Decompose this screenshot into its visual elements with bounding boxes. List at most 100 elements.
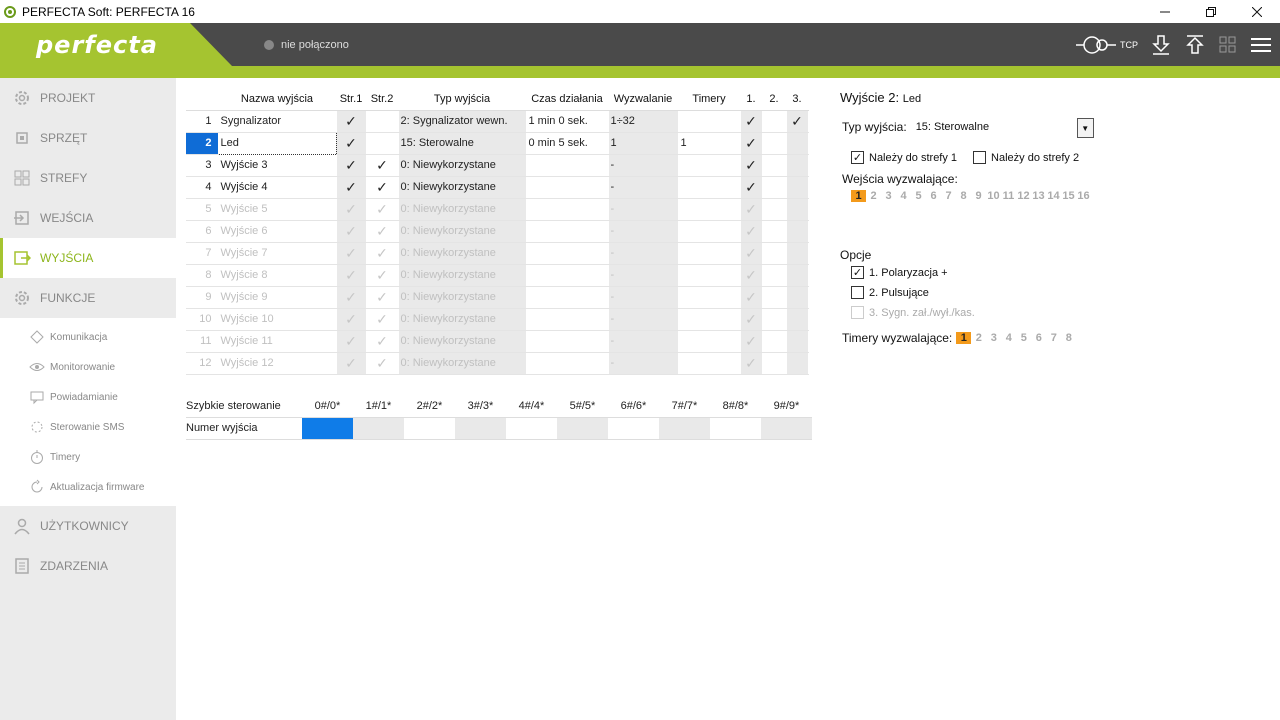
trigger-input-1[interactable]: 1 <box>851 190 866 202</box>
option3-cell[interactable] <box>786 308 809 331</box>
trigger-input-2[interactable]: 2 <box>866 190 881 202</box>
timers-cell[interactable] <box>678 154 741 177</box>
trigger-cell[interactable]: - <box>608 308 679 331</box>
zone2-cell[interactable]: ✓ <box>366 176 399 199</box>
minimize-button[interactable] <box>1142 0 1188 23</box>
duration-cell[interactable] <box>526 198 609 221</box>
table-row[interactable]: 3 Wyjście 3 ✓ ✓ 0: Niewykorzystane - ✓ <box>186 154 809 177</box>
trigger-timer-1[interactable]: 1 <box>956 332 972 344</box>
trigger-input-4[interactable]: 4 <box>896 190 911 202</box>
timers-cell[interactable] <box>678 220 741 243</box>
output-type-cell[interactable]: 0: Niewykorzystane <box>398 220 527 243</box>
output-name-cell[interactable]: Sygnalizator <box>218 110 337 133</box>
zone2-cell[interactable]: ✓ <box>366 330 399 353</box>
option3-cell[interactable] <box>786 330 809 353</box>
option2-cell[interactable] <box>762 198 787 221</box>
menu-button[interactable] <box>1250 35 1272 55</box>
sidebar-item-funkcje[interactable]: FUNKCJE <box>0 278 176 318</box>
table-row[interactable]: 11 Wyjście 11 ✓ ✓ 0: Niewykorzystane - ✓ <box>186 330 809 353</box>
duration-cell[interactable] <box>526 176 609 199</box>
zone2-cell[interactable] <box>366 110 399 133</box>
sidebar-subitem-monitorowanie[interactable]: Monitorowanie <box>0 352 176 382</box>
header-time[interactable]: Czas działania <box>526 89 608 111</box>
chevron-down-icon[interactable]: ▼ <box>1076 118 1094 138</box>
zone1-cell[interactable]: ✓ <box>336 198 367 221</box>
option3-cell[interactable] <box>786 198 809 221</box>
sidebar-subitem-aktualizacja-firmware[interactable]: Aktualizacja firmware <box>0 472 176 502</box>
quick-cell-6[interactable] <box>608 417 659 440</box>
header-type[interactable]: Typ wyjścia <box>398 89 526 111</box>
row-number[interactable]: 8 <box>186 264 219 287</box>
sidebar-subitem-sterowanie-sms[interactable]: Sterowanie SMS <box>0 412 176 442</box>
timers-cell[interactable] <box>678 176 741 199</box>
duration-cell[interactable]: 1 min 0 sek. <box>526 110 609 133</box>
zone1-cell[interactable]: ✓ <box>336 308 367 331</box>
option2-cell[interactable] <box>762 352 787 375</box>
output-name-cell[interactable]: Wyjście 8 <box>218 264 337 287</box>
duration-cell[interactable] <box>526 308 609 331</box>
row-number[interactable]: 11 <box>186 330 219 353</box>
trigger-cell[interactable]: - <box>608 176 679 199</box>
option2-cell[interactable] <box>762 308 787 331</box>
option1-cell[interactable]: ✓ <box>740 132 763 155</box>
option2-cell[interactable] <box>762 110 787 133</box>
row-number[interactable]: 4 <box>186 176 219 199</box>
output-type-cell[interactable]: 0: Niewykorzystane <box>398 308 527 331</box>
trigger-cell[interactable]: - <box>608 286 679 309</box>
option3-cell[interactable] <box>786 132 809 155</box>
trigger-timer-4[interactable]: 4 <box>1001 332 1016 344</box>
trigger-cell[interactable]: 1÷32 <box>608 110 679 133</box>
zone1-cell[interactable]: ✓ <box>336 330 367 353</box>
quick-cell-5[interactable] <box>557 417 608 440</box>
table-row[interactable]: 1 Sygnalizator ✓ 2: Sygnalizator wewn. 1 min… <box>186 110 809 133</box>
option2-cell[interactable] <box>762 154 787 177</box>
modules-button[interactable] <box>1218 35 1238 55</box>
table-row[interactable]: 12 Wyjście 12 ✓ ✓ 0: Niewykorzystane - ✓ <box>186 352 809 375</box>
output-type-cell[interactable]: 0: Niewykorzystane <box>398 154 527 177</box>
duration-cell[interactable] <box>526 154 609 177</box>
trigger-timer-8[interactable]: 8 <box>1061 332 1076 344</box>
zone1-cell[interactable]: ✓ <box>336 220 367 243</box>
table-row[interactable]: 7 Wyjście 7 ✓ ✓ 0: Niewykorzystane - ✓ <box>186 242 809 265</box>
zone2-cell[interactable]: ✓ <box>366 220 399 243</box>
trigger-input-15[interactable]: 15 <box>1061 190 1076 202</box>
option1-cell[interactable]: ✓ <box>740 352 763 375</box>
trigger-input-11[interactable]: 11 <box>1001 190 1016 202</box>
trigger-cell[interactable]: - <box>608 264 679 287</box>
sidebar-subitem-powiadamianie[interactable]: Powiadamianie <box>0 382 176 412</box>
trigger-input-16[interactable]: 16 <box>1076 190 1091 202</box>
quick-cell-2[interactable] <box>404 417 455 440</box>
output-type-cell[interactable]: 15: Sterowalne <box>398 132 527 155</box>
option1-cell[interactable]: ✓ <box>740 176 763 199</box>
table-row[interactable]: 10 Wyjście 10 ✓ ✓ 0: Niewykorzystane - ✓ <box>186 308 809 331</box>
duration-cell[interactable]: 0 min 5 sek. <box>526 132 609 155</box>
timers-cell[interactable] <box>678 352 741 375</box>
option2-cell[interactable] <box>762 242 787 265</box>
header-t1[interactable]: 1. <box>740 89 762 111</box>
option1-cell[interactable]: ✓ <box>740 242 763 265</box>
zone1-cell[interactable]: ✓ <box>336 352 367 375</box>
duration-cell[interactable] <box>526 264 609 287</box>
output-name-cell[interactable]: Wyjście 3 <box>218 154 337 177</box>
trigger-input-13[interactable]: 13 <box>1031 190 1046 202</box>
row-number[interactable]: 12 <box>186 352 219 375</box>
output-name-cell[interactable]: Wyjście 7 <box>218 242 337 265</box>
zone1-cell[interactable]: ✓ <box>336 242 367 265</box>
trigger-input-14[interactable]: 14 <box>1046 190 1061 202</box>
timers-cell[interactable] <box>678 110 741 133</box>
option2-cell[interactable] <box>762 286 787 309</box>
download-button[interactable] <box>1150 34 1172 56</box>
zone1-cell[interactable]: ✓ <box>336 176 367 199</box>
trigger-input-3[interactable]: 3 <box>881 190 896 202</box>
zone2-cell[interactable]: ✓ <box>366 154 399 177</box>
sidebar-item-sprzet[interactable]: SPRZĘT <box>0 118 176 158</box>
trigger-input-6[interactable]: 6 <box>926 190 941 202</box>
trigger-cell[interactable]: - <box>608 198 679 221</box>
row-number[interactable]: 7 <box>186 242 219 265</box>
option1-cell[interactable]: ✓ <box>740 264 763 287</box>
sidebar-item-wyjscia[interactable]: WYJŚCIA <box>0 238 176 278</box>
trigger-cell[interactable]: - <box>608 330 679 353</box>
timers-cell[interactable] <box>678 286 741 309</box>
header-name[interactable]: Nazwa wyjścia <box>218 89 336 111</box>
output-type-cell[interactable]: 0: Niewykorzystane <box>398 330 527 353</box>
